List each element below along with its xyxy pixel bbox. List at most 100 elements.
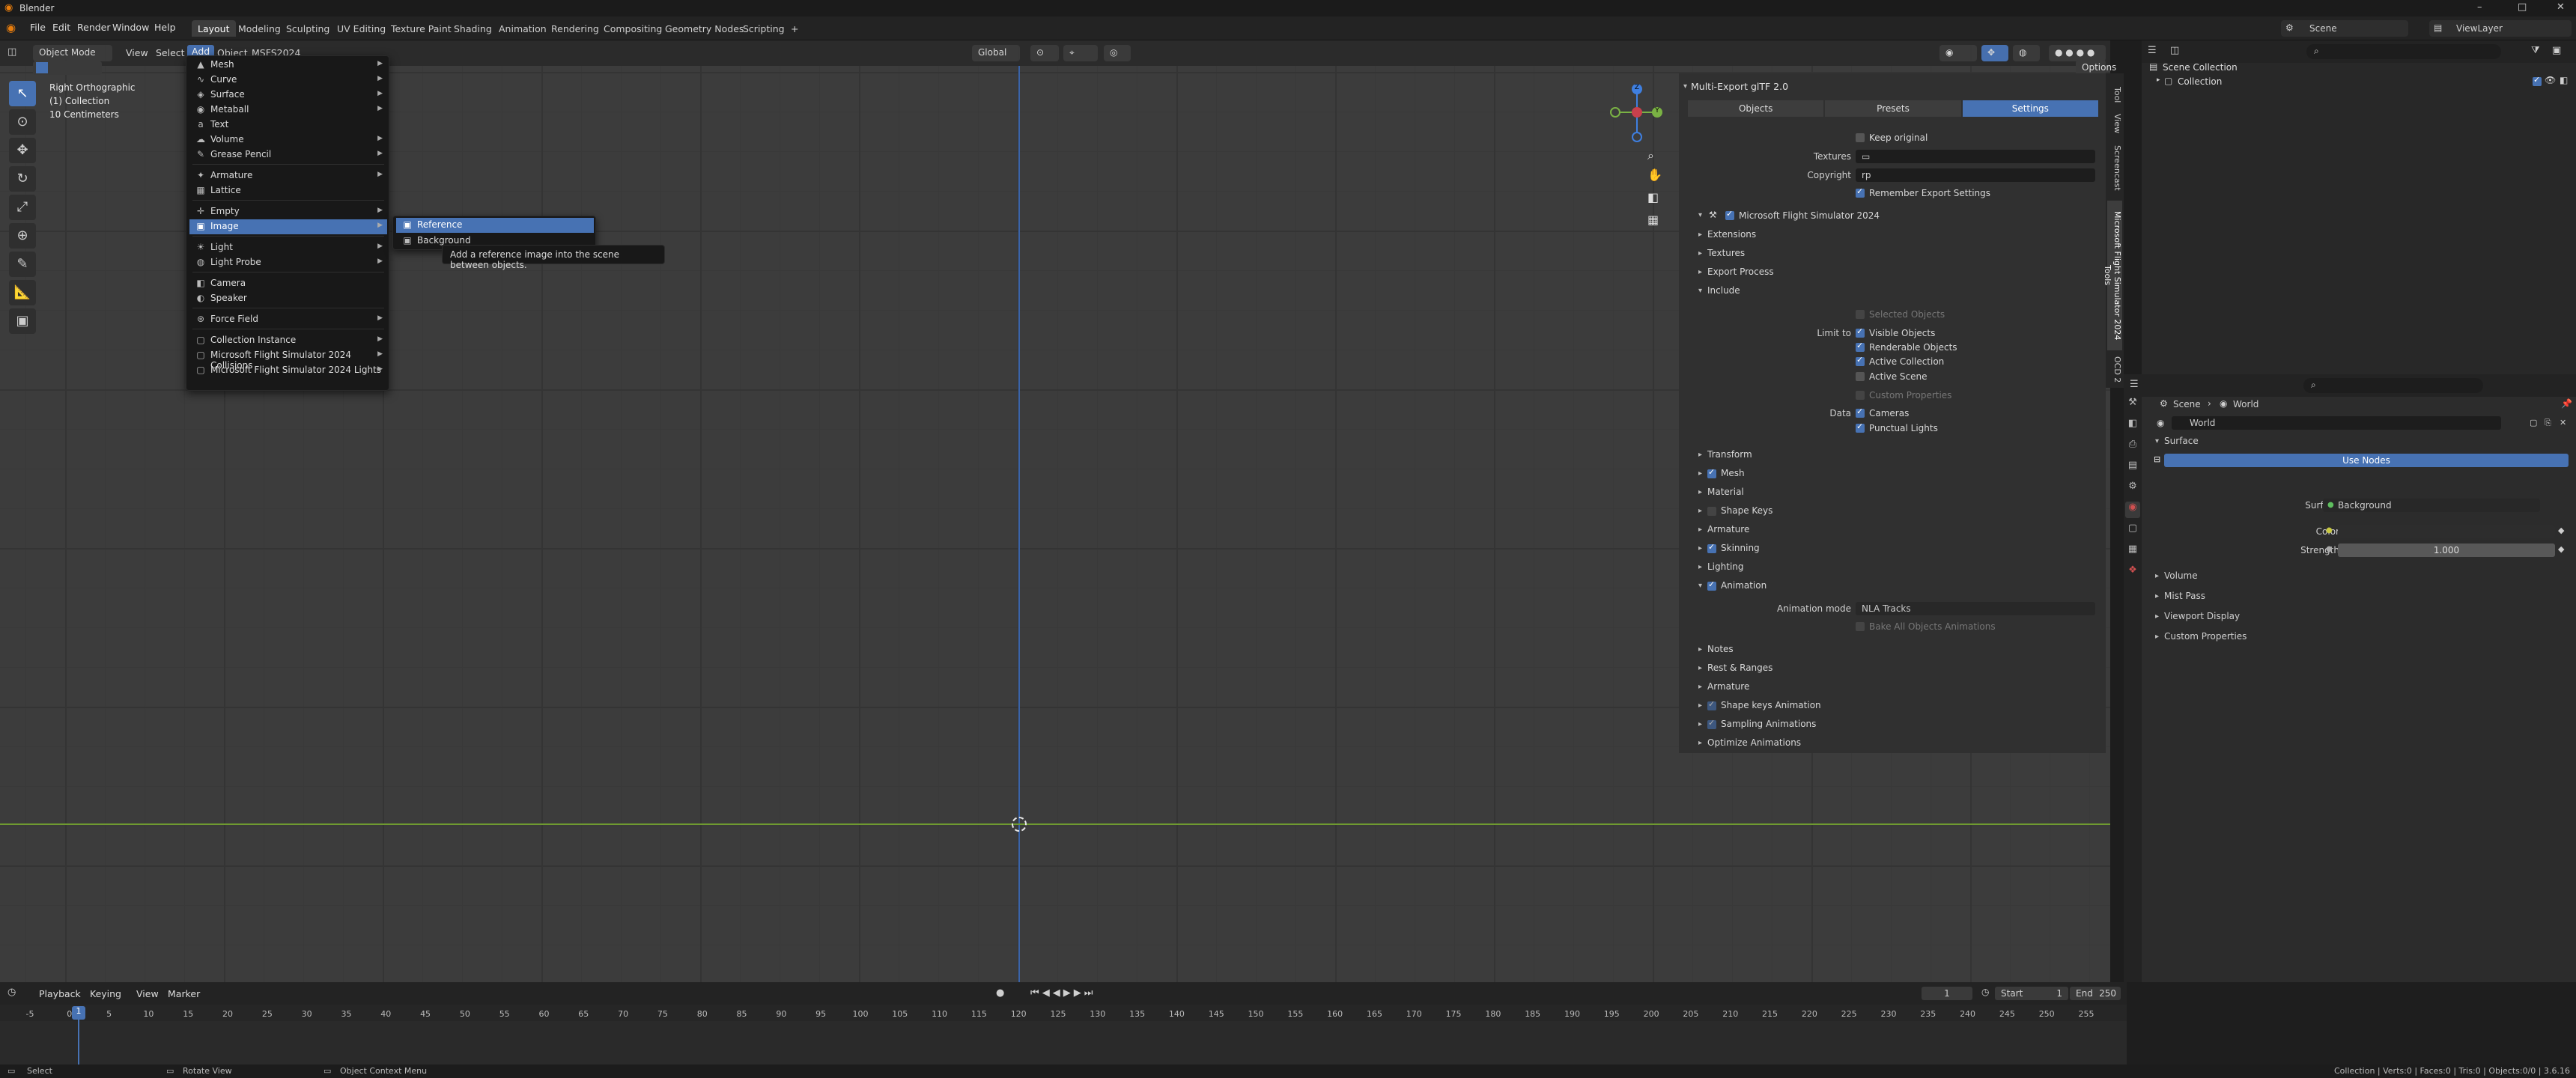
3d-cursor[interactable] [1012,817,1027,832]
add-workspace-button[interactable]: + [785,20,804,37]
section-armature-anim[interactable]: Armature [1707,681,1749,692]
view-layer-props-icon[interactable]: ▤ [2125,460,2140,476]
navigation-gizmo[interactable]: Z Y [1610,82,1664,142]
shape-keys-anim-checkbox[interactable] [1707,699,1716,710]
world-name-field[interactable]: World [2172,416,2501,430]
properties-search-input[interactable]: ⌕ [2303,378,2483,393]
section-material[interactable]: Material [1707,487,1744,497]
playback-controls-icon[interactable]: ⏮◀◀▶▶⏭ [1030,987,1096,999]
tab-shading[interactable]: Shading [448,20,498,37]
move-tool-icon[interactable]: ✥ [9,138,36,163]
surface-collapse-icon[interactable]: ▾ [2155,437,2159,445]
section-mesh[interactable]: Mesh [1721,468,1745,478]
submenu-reference[interactable]: ▣ Reference [396,218,594,233]
rotate-tool-icon[interactable]: ↻ [9,166,36,192]
display-mode-icon[interactable]: ◫ [2170,45,2179,56]
animation-checkbox[interactable] [1707,579,1716,591]
ortho-toggle-icon[interactable]: ▦ [1647,213,1659,227]
animation-mode-dropdown[interactable]: NLA Tracks [1856,602,2095,615]
msfs-collapse-icon[interactable]: ▾ [1698,211,1702,219]
custom-props-expand-icon[interactable]: ▸ [2155,633,2159,641]
selected-objects-checkbox[interactable] [1856,310,1865,319]
menu-playback[interactable]: Playback [39,988,81,999]
rest-ranges-expand-icon[interactable]: ▸ [1698,664,1702,672]
zoom-icon[interactable]: ⌕ [1647,148,1654,163]
neg-z-axis-icon[interactable] [1632,132,1642,142]
shape-keys-expand-icon[interactable]: ▸ [1698,507,1702,515]
notes-expand-icon[interactable]: ▸ [1698,645,1702,654]
transform-tool-icon[interactable]: ⊕ [9,223,36,249]
new-collection-icon[interactable]: ▣ [2552,45,2561,56]
tab-layout[interactable]: Layout [192,20,236,37]
record-icon[interactable]: ● [996,987,1004,999]
add-menu-item-armature[interactable]: ✦ Armature ▶ [189,168,387,183]
add-menu-item-force-field[interactable]: ⊛ Force Field ▶ [189,312,387,327]
fake-user-icon[interactable]: ▢ [2530,418,2537,427]
mode-selector[interactable]: Object Mode [33,45,112,61]
section-volume[interactable]: Volume [2164,570,2198,581]
snap-icon[interactable]: ⌖ [1063,45,1098,61]
x-axis-icon[interactable] [1632,107,1642,118]
section-skinning[interactable]: Skinning [1721,543,1760,553]
collection-exclude-checkbox[interactable] [2533,75,2542,86]
vtab-view[interactable]: View [2107,112,2122,135]
section-lighting[interactable]: Lighting [1707,561,1744,572]
section-optimize[interactable]: Optimize Animations [1707,737,1801,748]
y-axis-icon[interactable]: Y [1652,107,1662,118]
optimize-expand-icon[interactable]: ▸ [1698,739,1702,747]
proportional-edit-icon[interactable]: ◎ [1104,45,1131,61]
pan-icon[interactable]: ✋ [1647,168,1662,182]
skinning-expand-icon[interactable]: ▸ [1698,544,1702,552]
surface-section[interactable]: Surface [2164,436,2199,446]
mesh-expand-icon[interactable]: ▸ [1698,469,1702,478]
tab-rendering[interactable]: Rendering [545,20,605,37]
playhead[interactable]: 1 [72,1006,85,1020]
gizmo-toggle-icon[interactable]: ✥ [1981,45,2008,61]
maximize-icon[interactable]: □ [2518,1,2527,13]
preview-range-icon[interactable]: ◷ [1981,987,1989,997]
start-frame-field[interactable]: Start 1 [1995,987,2068,1000]
select-tool-icon[interactable]: ↖ [9,81,36,106]
world-type-icon[interactable]: ◉ [2157,418,2164,428]
camera-view-icon[interactable]: ◧ [1647,190,1659,204]
outliner-editor-icon[interactable]: ☰ [2148,45,2157,56]
mesh-checkbox[interactable] [1707,467,1716,478]
menu-edit[interactable]: Edit [52,22,70,33]
strength-keyframe-icon[interactable]: ◆ [2558,544,2564,554]
cameras-checkbox[interactable] [1856,406,1865,418]
section-custom-properties[interactable]: Custom Properties [2164,631,2247,642]
copyright-field[interactable]: rp [1856,168,2095,182]
viewport-display-expand-icon[interactable]: ▸ [2155,612,2159,621]
menu-file[interactable]: File [30,22,46,33]
vtab-msfs-tools[interactable]: Microsoft Flight Simulator 2024 Tools [2103,201,2122,350]
annotate-tool-icon[interactable]: ✎ [9,252,36,277]
section-notes[interactable]: Notes [1707,644,1734,654]
tab-settings[interactable]: Settings [1962,100,2098,117]
minimize-icon[interactable]: – [2477,1,2482,13]
volume-expand-icon[interactable]: ▸ [2155,572,2159,580]
visibility-icon[interactable]: ◉ [1939,45,1977,61]
editor-type-icon[interactable]: ◫ [7,46,16,58]
unlink-icon[interactable]: ✕ [2560,418,2566,427]
add-menu-item-speaker[interactable]: ◐ Speaker [189,291,387,306]
outliner-search-input[interactable]: ⌕ [2306,44,2501,59]
section-rest-ranges[interactable]: Rest & Ranges [1707,663,1772,673]
armature-anim-expand-icon[interactable]: ▸ [1698,683,1702,691]
use-nodes-button[interactable]: Use Nodes [2164,454,2569,467]
bake-all-checkbox[interactable] [1856,622,1865,631]
armature-expand-icon[interactable]: ▸ [1698,526,1702,534]
msfs-checkbox[interactable] [1725,209,1734,220]
section-sampling[interactable]: Sampling Animations [1721,719,1816,729]
add-menu-item-light-probe[interactable]: ◍ Light Probe ▶ [189,255,387,270]
color-keyframe-icon[interactable]: ◆ [2558,526,2564,535]
neg-y-axis-icon[interactable] [1610,107,1620,118]
tool-props-icon[interactable]: ⚒ [2125,397,2140,413]
shape-keys-checkbox[interactable] [1707,507,1716,516]
tab-uv-editing[interactable]: UV Editing [331,20,392,37]
menu-timeline-view[interactable]: View [136,988,159,999]
transform-orientation[interactable]: Global [972,45,1020,61]
add-menu-item-image[interactable]: ▣ Image ▶ [189,219,387,234]
active-scene-checkbox[interactable] [1856,372,1865,381]
section-viewport-display[interactable]: Viewport Display [2164,611,2240,621]
scene-selector[interactable]: ⚙ Scene [2281,20,2408,37]
